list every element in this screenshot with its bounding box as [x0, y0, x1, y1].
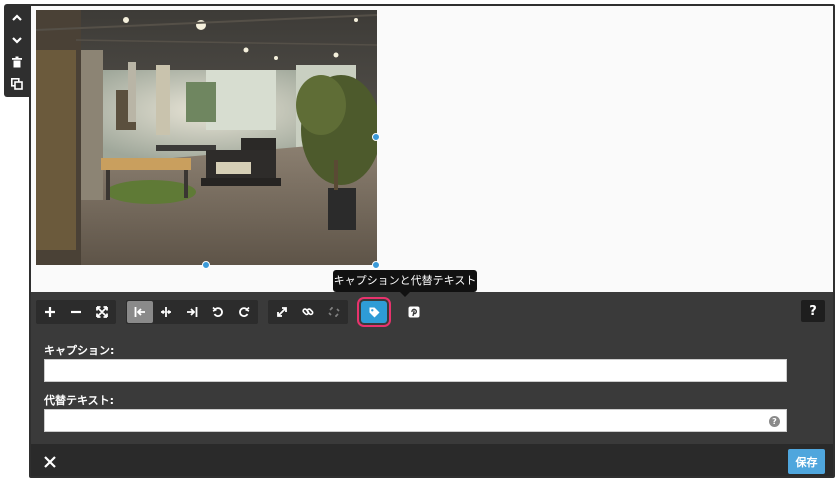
image-block-editor: キャプションと代替テキスト ? キャプション: 代替テキスト: ? 保存 — [29, 4, 835, 478]
chevron-down-icon — [12, 37, 22, 44]
pinterest-button[interactable] — [401, 301, 427, 323]
fullscreen-button[interactable] — [89, 301, 115, 323]
zoom-in-button[interactable] — [37, 301, 63, 323]
resize-handle-right[interactable] — [372, 133, 380, 141]
move-up-button[interactable] — [6, 7, 28, 29]
help-button[interactable]: ? — [801, 300, 825, 322]
close-icon — [44, 456, 56, 468]
resize-icon — [277, 307, 287, 317]
pinterest-icon — [408, 306, 420, 318]
align-rotate-group — [126, 300, 258, 324]
caption-group — [358, 300, 390, 324]
link-icon — [302, 308, 314, 316]
unlink-button[interactable] — [321, 301, 347, 323]
cafe-interior-photo[interactable] — [36, 10, 377, 265]
caption-alt-tooltip: キャプションと代替テキスト — [333, 270, 477, 297]
fullscreen-icon — [96, 306, 108, 318]
alt-text-label: 代替テキスト: — [44, 394, 115, 407]
alt-text-input[interactable] — [44, 409, 787, 432]
rotate-left-icon — [212, 306, 223, 317]
resize-handle-corner[interactable] — [372, 261, 380, 269]
save-button[interactable]: 保存 — [788, 449, 825, 474]
duplicate-block-button[interactable] — [6, 73, 28, 95]
plus-icon — [45, 307, 55, 317]
align-right-button[interactable] — [179, 301, 205, 323]
align-center-icon — [161, 307, 171, 317]
resize-button[interactable] — [269, 301, 295, 323]
close-button[interactable] — [43, 454, 57, 468]
align-left-button[interactable] — [127, 301, 153, 323]
move-down-button[interactable] — [6, 29, 28, 51]
minus-icon — [71, 310, 81, 314]
align-right-icon — [187, 307, 198, 317]
link-button[interactable] — [295, 301, 321, 323]
editor-footer: 保存 — [31, 444, 833, 476]
image-toolbar — [36, 300, 438, 324]
duplicate-icon — [11, 78, 23, 90]
rotate-left-button[interactable] — [205, 301, 231, 323]
caption-input[interactable] — [44, 359, 787, 382]
image-canvas — [31, 6, 833, 292]
alt-text-help-icon[interactable]: ? — [769, 416, 780, 427]
tag-icon — [369, 307, 379, 317]
zoom-out-button[interactable] — [63, 301, 89, 323]
chevron-up-icon — [12, 14, 22, 21]
link-group — [268, 300, 348, 324]
zoom-group — [36, 300, 116, 324]
share-group — [400, 300, 428, 324]
block-side-toolbar — [4, 4, 30, 97]
unlink-icon — [328, 307, 340, 317]
image-settings-panel: ? キャプション: 代替テキスト: — [31, 292, 833, 444]
rotate-right-icon — [239, 306, 250, 317]
photo-image — [36, 10, 377, 265]
resize-handle-bottom[interactable] — [202, 261, 210, 269]
align-left-icon — [134, 307, 145, 317]
delete-block-button[interactable] — [6, 51, 28, 73]
rotate-right-button[interactable] — [231, 301, 257, 323]
caption-alt-button[interactable] — [361, 301, 387, 323]
caption-label: キャプション: — [44, 344, 115, 357]
align-center-button[interactable] — [153, 301, 179, 323]
trash-icon — [12, 56, 22, 68]
